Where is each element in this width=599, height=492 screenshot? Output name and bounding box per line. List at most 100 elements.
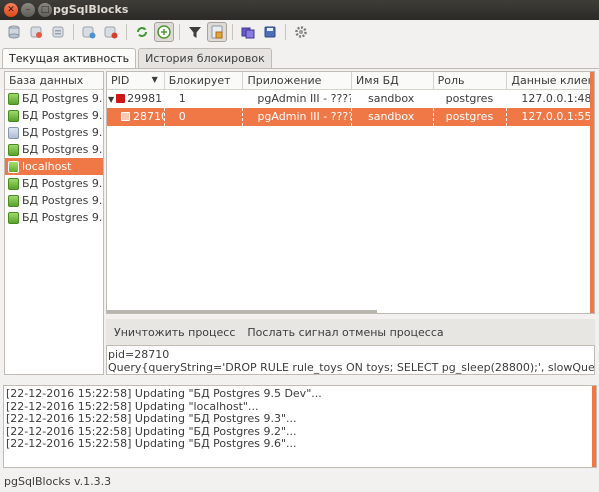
toolbar — [0, 20, 599, 44]
only-locked-filter-icon — [211, 25, 223, 39]
blocks-cell: 0 — [165, 108, 244, 126]
database-item-label: БД Postgres 9.5 D — [22, 143, 103, 156]
filter-button[interactable] — [185, 22, 205, 42]
toolbar-separator — [179, 24, 180, 40]
minimize-window-button[interactable]: – — [21, 3, 35, 17]
database-item-label: БД Postgres 9.4 — [22, 109, 103, 122]
db-name-cell: sandbox — [367, 92, 415, 105]
pid-cell: ▼ 29981 — [108, 92, 163, 105]
database-item-selected[interactable]: localhost — [5, 158, 103, 175]
database-item-label: БД Postgres 9.6 — [22, 211, 103, 224]
cancel-process-button[interactable]: Послать сигнал отмены процесса — [245, 324, 445, 341]
detail-query: Query{queryString='DROP RULE rule_toys O… — [108, 361, 595, 374]
role-cell: postgres — [445, 92, 494, 105]
log-line: [22-12-2016 15:22:58] Updating "БД Postg… — [6, 437, 297, 450]
role-cell: postgres — [434, 108, 508, 126]
detail-pid: pid=28710 — [108, 348, 170, 361]
column-header-db-name[interactable]: Имя БД — [352, 72, 434, 89]
database-item-label: БД Postgres 9.3 — [22, 177, 103, 190]
database-icon — [8, 194, 19, 207]
lock-icon — [121, 112, 130, 121]
client-cell: 127.0.0.1:48000 — [521, 92, 593, 105]
database-item[interactable]: БД Postgres 9.4 — [5, 107, 103, 124]
database-disconnected-icon — [8, 126, 19, 139]
column-header-client[interactable]: Данные клиента — [507, 72, 594, 89]
column-header-application[interactable]: Приложение — [243, 72, 352, 89]
window-title: pgSqlBlocks — [53, 3, 129, 16]
database-item[interactable]: БД Postgres 9.5 — [5, 90, 103, 107]
toolbar-separator — [285, 24, 286, 40]
status-bar: pgSqlBlocks v.1.3.3 — [4, 475, 112, 488]
horizontal-scrollbar[interactable] — [107, 310, 377, 313]
client-cell: 127.0.0.1:55700 — [507, 108, 594, 126]
tab-current-activity[interactable]: Текущая активность — [2, 48, 137, 68]
database-icon — [8, 160, 19, 173]
database-item[interactable]: БД Postgres 9.3 — [5, 175, 103, 192]
main-tabs: Текущая активность История блокировок — [2, 48, 274, 68]
application-cell: pgAdmin III - ??????? — [243, 108, 352, 126]
settings-button[interactable] — [291, 22, 311, 42]
blocks-cell: 1 — [178, 92, 186, 105]
toolbar-separator — [232, 24, 233, 40]
database-connect-button[interactable] — [4, 22, 24, 42]
database-item[interactable]: БД Postgres 9.2 — [5, 192, 103, 209]
vertical-scrollbar[interactable] — [590, 72, 594, 313]
only-locked-filter-button[interactable] — [207, 22, 227, 42]
database-item[interactable]: БД Postgres 9.5 r — [5, 124, 103, 141]
save-button[interactable] — [260, 22, 280, 42]
column-header-blocks[interactable]: Блокирует — [165, 72, 244, 89]
maximize-window-button[interactable]: □ — [38, 3, 52, 17]
close-window-button[interactable]: ✕ — [4, 3, 18, 17]
save-icon — [264, 26, 276, 38]
database-add-icon — [82, 26, 96, 39]
refresh-icon — [137, 27, 147, 37]
database-item[interactable]: БД Postgres 9.5 D — [5, 141, 103, 158]
lock-icon — [116, 94, 126, 103]
table-row[interactable]: ▼29981 1 pgAdmin III - ??????? sandbox p… — [107, 90, 594, 108]
toolbar-separator — [126, 24, 127, 40]
database-icon — [8, 177, 19, 190]
database-icon — [8, 143, 19, 156]
remove-database-button[interactable] — [101, 22, 121, 42]
database-item-label: БД Postgres 9.5 — [22, 92, 103, 105]
tab-lock-history[interactable]: История блокировок — [138, 48, 272, 68]
database-item-label: localhost — [22, 160, 72, 173]
process-actions: Уничтожить процесс Послать сигнал отмены… — [106, 319, 595, 345]
kill-process-button[interactable]: Уничтожить процесс — [112, 324, 237, 341]
log-scrollbar[interactable] — [592, 386, 596, 467]
table-header: PID ▼ Блокирует Приложение Имя БД Роль Да… — [107, 72, 594, 90]
database-connect-icon — [8, 25, 20, 39]
refresh-button[interactable] — [132, 22, 152, 42]
save-blocks-button[interactable] — [238, 22, 258, 42]
database-disconnect-button[interactable] — [26, 22, 46, 42]
column-header-role[interactable]: Роль — [434, 72, 508, 89]
filter-icon — [189, 27, 201, 38]
settings-icon — [295, 26, 307, 38]
database-item[interactable]: БД Postgres 9.6 — [5, 209, 103, 226]
database-item-label: БД Postgres 9.2 — [22, 194, 103, 207]
pid-cell: 28710 — [107, 108, 165, 126]
database-icon — [8, 211, 19, 224]
log-line: [22-12-2016 15:22:58] Updating "БД Postg… — [6, 412, 297, 425]
database-disconnect-all-button[interactable] — [48, 22, 68, 42]
database-list-header[interactable]: База данных — [5, 72, 103, 90]
toolbar-separator — [73, 24, 74, 40]
db-name-cell: sandbox — [352, 108, 434, 126]
database-list: База данных БД Postgres 9.5 БД Postgres … — [4, 71, 104, 375]
table-row-selected[interactable]: 28710 0 pgAdmin III - ??????? sandbox po… — [107, 108, 594, 126]
column-header-pid[interactable]: PID ▼ — [107, 72, 165, 89]
add-database-button[interactable] — [79, 22, 99, 42]
title-bar: ✕ – □ pgSqlBlocks — [0, 0, 599, 20]
database-disconnect-all-icon — [52, 26, 64, 38]
expand-arrow-icon: ▼ — [108, 95, 115, 104]
log-line: [22-12-2016 15:22:58] Updating "БД Postg… — [6, 387, 322, 400]
auto-update-icon — [157, 25, 171, 39]
process-table: PID ▼ Блокирует Приложение Имя БД Роль Да… — [106, 71, 595, 314]
database-icon — [8, 109, 19, 122]
application-cell: pgAdmin III - ??????? — [257, 92, 351, 105]
database-disconnect-icon — [30, 26, 42, 38]
database-icon — [8, 92, 19, 105]
sort-desc-icon: ▼ — [151, 75, 158, 84]
auto-update-button[interactable] — [154, 22, 174, 42]
process-detail: pid=28710 Query{queryString='DROP RULE r… — [106, 345, 595, 375]
